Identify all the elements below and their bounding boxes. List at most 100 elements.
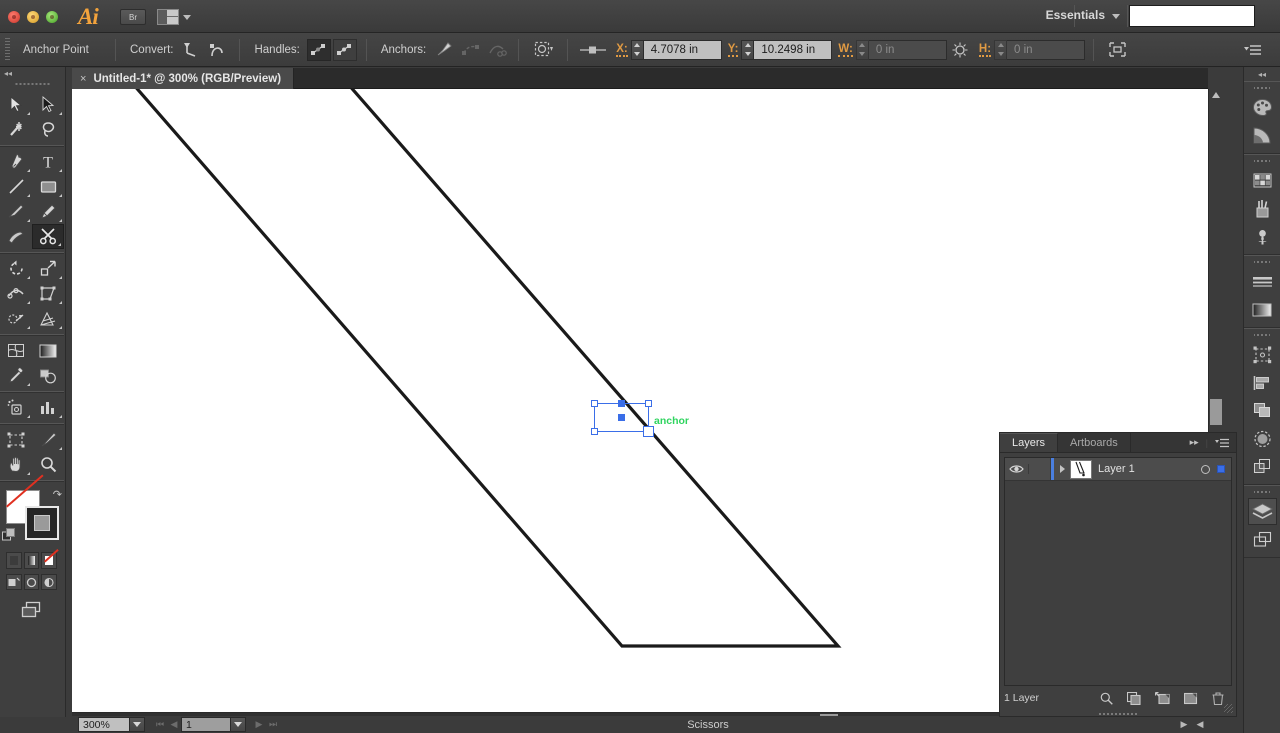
pencil-tool[interactable] <box>32 199 64 224</box>
anchor-handle-top-left[interactable] <box>591 400 598 407</box>
line-segment-tool[interactable] <box>0 174 32 199</box>
close-icon[interactable]: × <box>80 73 86 85</box>
tools-panel-grip[interactable] <box>14 79 51 89</box>
connect-anchors-icon[interactable] <box>459 39 483 61</box>
transparency-panel-icon[interactable] <box>1248 425 1277 452</box>
selection-tool[interactable] <box>0 92 32 117</box>
document-tab[interactable]: × Untitled-1* @ 300% (RGB/Preview) <box>72 68 295 89</box>
search-input[interactable] <box>1129 5 1255 27</box>
status-menu-left-icon[interactable]: ◀ <box>1192 717 1208 732</box>
gradient-mode-icon[interactable] <box>23 552 40 569</box>
x-stepper[interactable] <box>630 39 644 60</box>
panel-menu-icon[interactable] <box>1215 438 1230 448</box>
table-row[interactable]: Layer 1 <box>1005 458 1231 481</box>
panel-bottom-grip[interactable] <box>1098 712 1138 717</box>
artboards-panel-icon[interactable] <box>1248 526 1277 553</box>
h-stepper[interactable] <box>994 39 1008 60</box>
remove-anchors-icon[interactable] <box>433 39 457 61</box>
scissors-tool[interactable] <box>32 224 64 249</box>
eyedropper-tool[interactable] <box>0 363 32 388</box>
isolate-selected-object-button[interactable] <box>528 39 558 61</box>
convert-to-smooth-icon[interactable] <box>206 39 230 61</box>
collapse-tools-button[interactable]: ◂◂ <box>0 67 65 79</box>
blend-tool[interactable] <box>32 363 64 388</box>
scroll-up-icon[interactable] <box>1212 92 1220 98</box>
page-number-input[interactable]: 1 <box>181 717 231 732</box>
anchor-handle-bottom-right-active[interactable] <box>643 426 654 437</box>
hide-handles-button[interactable] <box>306 38 331 61</box>
y-stepper[interactable] <box>741 39 755 60</box>
show-handles-button[interactable] <box>332 38 357 61</box>
swatches-panel-icon[interactable] <box>1248 167 1277 194</box>
hand-tool[interactable] <box>0 452 32 477</box>
perspective-grid-tool[interactable] <box>32 306 64 331</box>
zoom-dropdown-button[interactable] <box>130 717 145 732</box>
anchor-handle-bottom-left[interactable] <box>591 428 598 435</box>
x-input[interactable]: 4.7078 in <box>643 39 722 60</box>
w-stepper[interactable] <box>855 39 869 60</box>
link-wh-icon[interactable] <box>948 39 972 61</box>
rotate-tool[interactable] <box>0 256 32 281</box>
transform-panel-icon[interactable] <box>1248 341 1277 368</box>
dock-group-grip[interactable] <box>1254 156 1270 165</box>
mesh-tool[interactable] <box>0 338 32 363</box>
rectangle-tool[interactable] <box>32 174 64 199</box>
width-tool[interactable] <box>0 281 32 306</box>
delete-selection-icon[interactable] <box>1212 691 1224 705</box>
create-new-layer-icon[interactable] <box>1184 692 1198 705</box>
w-input[interactable]: 0 in <box>868 39 947 60</box>
slice-tool[interactable] <box>32 427 64 452</box>
zoom-level-input[interactable]: 300% <box>78 717 130 732</box>
color-panel-icon[interactable] <box>1248 94 1277 121</box>
swap-fill-stroke-icon[interactable]: ↷ <box>53 488 62 501</box>
stroke-panel-icon[interactable] <box>1248 268 1277 295</box>
workspace-switcher[interactable]: Essentials <box>1046 8 1105 22</box>
cut-path-at-anchors-icon[interactable] <box>485 39 509 61</box>
blob-brush-tool[interactable] <box>0 224 32 249</box>
artboard-tool[interactable] <box>0 427 32 452</box>
draw-normal-icon[interactable] <box>6 574 22 590</box>
anchor-handle-top-right[interactable] <box>645 400 652 407</box>
stroke-swatch[interactable] <box>25 506 59 540</box>
layer-lock-toggle[interactable] <box>1029 458 1051 480</box>
arrange-documents-button[interactable] <box>157 8 193 26</box>
align-to-pixel-grid-icon[interactable] <box>577 39 609 61</box>
transform-reset-icon[interactable] <box>1103 39 1131 61</box>
lasso-tool[interactable] <box>32 117 64 142</box>
zoom-tool[interactable] <box>32 452 64 477</box>
layers-panel-icon[interactable] <box>1247 498 1277 525</box>
direct-selection-tool[interactable] <box>32 92 64 117</box>
appearance-panel-icon[interactable] <box>1248 453 1277 480</box>
close-window-button[interactable] <box>8 11 20 23</box>
vertical-scroll-thumb[interactable] <box>1210 399 1222 425</box>
go-to-bridge-button[interactable]: Br <box>120 9 146 25</box>
minimize-window-button[interactable] <box>27 11 39 23</box>
free-transform-tool[interactable] <box>32 281 64 306</box>
prev-page-icon[interactable]: ◀ <box>167 717 181 732</box>
anchor-handle-center[interactable] <box>618 414 625 421</box>
type-tool[interactable]: T <box>32 149 64 174</box>
symbol-sprayer-tool[interactable] <box>0 395 32 420</box>
disclosure-triangle-icon[interactable] <box>1054 465 1070 473</box>
gradient-tool[interactable] <box>32 338 64 363</box>
pen-tool[interactable] <box>0 149 32 174</box>
tab-layers[interactable]: Layers <box>1000 433 1059 452</box>
dock-group-grip[interactable] <box>1254 330 1270 339</box>
color-guide-panel-icon[interactable] <box>1248 122 1277 149</box>
first-page-icon[interactable]: ⏮ <box>153 717 167 732</box>
gradient-panel-icon[interactable] <box>1248 296 1277 323</box>
scale-tool[interactable] <box>32 256 64 281</box>
align-panel-icon[interactable] <box>1248 369 1277 396</box>
locate-object-icon[interactable] <box>1100 692 1113 705</box>
change-screen-mode-icon[interactable] <box>18 600 48 620</box>
control-bar-grip[interactable] <box>3 37 12 62</box>
symbols-panel-icon[interactable] <box>1248 223 1277 250</box>
status-menu-right-icon[interactable]: ▶ <box>1176 717 1192 732</box>
layer-visibility-toggle[interactable] <box>1005 464 1029 474</box>
collapse-to-icons-icon[interactable]: ▸▸ <box>1190 437 1199 448</box>
paintbrush-tool[interactable] <box>0 199 32 224</box>
color-mode-icon[interactable] <box>6 552 22 569</box>
layers-list[interactable]: Layer 1 <box>1004 457 1232 686</box>
convert-to-corner-icon[interactable] <box>180 39 204 61</box>
shape-builder-tool[interactable] <box>0 306 32 331</box>
